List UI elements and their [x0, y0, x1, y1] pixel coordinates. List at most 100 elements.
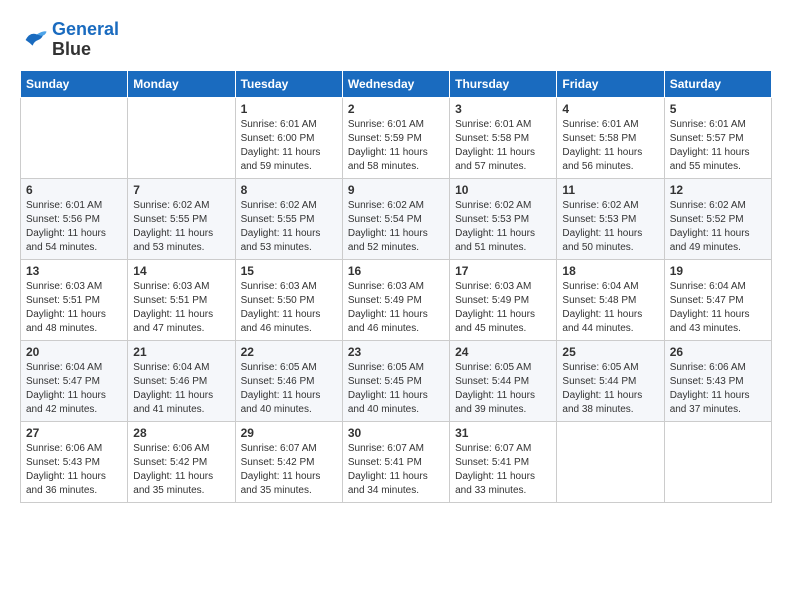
day-number: 22 [241, 345, 337, 359]
day-number: 25 [562, 345, 658, 359]
day-info: Sunrise: 6:07 AM Sunset: 5:42 PM Dayligh… [241, 442, 337, 498]
calendar-cell: 18 Sunrise: 6:04 AM Sunset: 5:48 PM Dayli… [557, 259, 664, 340]
day-info: Sunrise: 6:01 AM Sunset: 5:58 PM Dayligh… [562, 118, 658, 174]
day-info: Sunrise: 6:03 AM Sunset: 5:51 PM Dayligh… [26, 280, 122, 336]
day-info: Sunrise: 6:07 AM Sunset: 5:41 PM Dayligh… [455, 442, 551, 498]
calendar-cell: 21 Sunrise: 6:04 AM Sunset: 5:46 PM Dayli… [128, 340, 235, 421]
calendar-cell [664, 421, 771, 502]
day-info: Sunrise: 6:05 AM Sunset: 5:44 PM Dayligh… [455, 361, 551, 417]
day-number: 5 [670, 102, 766, 116]
calendar-cell: 28 Sunrise: 6:06 AM Sunset: 5:42 PM Dayli… [128, 421, 235, 502]
calendar-cell: 22 Sunrise: 6:05 AM Sunset: 5:46 PM Dayli… [235, 340, 342, 421]
day-info: Sunrise: 6:05 AM Sunset: 5:45 PM Dayligh… [348, 361, 444, 417]
column-header-thursday: Thursday [450, 70, 557, 97]
day-number: 17 [455, 264, 551, 278]
day-number: 19 [670, 264, 766, 278]
day-info: Sunrise: 6:03 AM Sunset: 5:50 PM Dayligh… [241, 280, 337, 336]
day-number: 28 [133, 426, 229, 440]
day-info: Sunrise: 6:02 AM Sunset: 5:53 PM Dayligh… [455, 199, 551, 255]
day-info: Sunrise: 6:03 AM Sunset: 5:49 PM Dayligh… [348, 280, 444, 336]
day-info: Sunrise: 6:02 AM Sunset: 5:55 PM Dayligh… [133, 199, 229, 255]
calendar-cell: 14Sunrise: 6:03 AM Sunset: 5:51 PM Dayli… [128, 259, 235, 340]
day-info: Sunrise: 6:01 AM Sunset: 5:58 PM Dayligh… [455, 118, 551, 174]
calendar-cell: 25 Sunrise: 6:05 AM Sunset: 5:44 PM Dayli… [557, 340, 664, 421]
calendar-cell: 23 Sunrise: 6:05 AM Sunset: 5:45 PM Dayli… [342, 340, 449, 421]
logo-icon [20, 26, 48, 54]
day-number: 4 [562, 102, 658, 116]
day-number: 24 [455, 345, 551, 359]
day-info: Sunrise: 6:06 AM Sunset: 5:43 PM Dayligh… [26, 442, 122, 498]
calendar-cell: 12Sunrise: 6:02 AM Sunset: 5:52 PM Dayli… [664, 178, 771, 259]
day-number: 21 [133, 345, 229, 359]
calendar-week-row: 20 Sunrise: 6:04 AM Sunset: 5:47 PM Dayli… [21, 340, 772, 421]
calendar-cell: 3Sunrise: 6:01 AM Sunset: 5:58 PM Daylig… [450, 97, 557, 178]
calendar-cell: 8Sunrise: 6:02 AM Sunset: 5:55 PM Daylig… [235, 178, 342, 259]
column-header-tuesday: Tuesday [235, 70, 342, 97]
logo: General Blue [20, 20, 119, 60]
day-number: 12 [670, 183, 766, 197]
calendar-cell: 10 Sunrise: 6:02 AM Sunset: 5:53 PM Dayli… [450, 178, 557, 259]
day-info: Sunrise: 6:05 AM Sunset: 5:46 PM Dayligh… [241, 361, 337, 417]
calendar-cell: 1Sunrise: 6:01 AM Sunset: 6:00 PM Daylig… [235, 97, 342, 178]
day-number: 30 [348, 426, 444, 440]
day-number: 26 [670, 345, 766, 359]
day-info: Sunrise: 6:04 AM Sunset: 5:47 PM Dayligh… [670, 280, 766, 336]
calendar-cell: 24 Sunrise: 6:05 AM Sunset: 5:44 PM Dayli… [450, 340, 557, 421]
calendar-cell: 5 Sunrise: 6:01 AM Sunset: 5:57 PM Daylig… [664, 97, 771, 178]
column-header-monday: Monday [128, 70, 235, 97]
column-header-saturday: Saturday [664, 70, 771, 97]
logo-text-general: General [52, 20, 119, 40]
calendar-cell [21, 97, 128, 178]
day-info: Sunrise: 6:02 AM Sunset: 5:55 PM Dayligh… [241, 199, 337, 255]
day-number: 31 [455, 426, 551, 440]
day-info: Sunrise: 6:05 AM Sunset: 5:44 PM Dayligh… [562, 361, 658, 417]
calendar-cell: 2 Sunrise: 6:01 AM Sunset: 5:59 PM Daylig… [342, 97, 449, 178]
day-info: Sunrise: 6:03 AM Sunset: 5:49 PM Dayligh… [455, 280, 551, 336]
day-info: Sunrise: 6:04 AM Sunset: 5:48 PM Dayligh… [562, 280, 658, 336]
day-info: Sunrise: 6:01 AM Sunset: 5:59 PM Dayligh… [348, 118, 444, 174]
day-info: Sunrise: 6:02 AM Sunset: 5:53 PM Dayligh… [562, 199, 658, 255]
page-header: General Blue [20, 20, 772, 60]
logo-text-blue: Blue [52, 40, 119, 60]
column-header-sunday: Sunday [21, 70, 128, 97]
day-number: 23 [348, 345, 444, 359]
calendar-cell: 26 Sunrise: 6:06 AM Sunset: 5:43 PM Dayli… [664, 340, 771, 421]
calendar-cell [557, 421, 664, 502]
calendar-cell: 15Sunrise: 6:03 AM Sunset: 5:50 PM Dayli… [235, 259, 342, 340]
day-info: Sunrise: 6:01 AM Sunset: 5:56 PM Dayligh… [26, 199, 122, 255]
calendar-cell: 7Sunrise: 6:02 AM Sunset: 5:55 PM Daylig… [128, 178, 235, 259]
day-number: 13 [26, 264, 122, 278]
calendar-week-row: 13 Sunrise: 6:03 AM Sunset: 5:51 PM Dayli… [21, 259, 772, 340]
day-number: 20 [26, 345, 122, 359]
day-info: Sunrise: 6:01 AM Sunset: 6:00 PM Dayligh… [241, 118, 337, 174]
day-info: Sunrise: 6:04 AM Sunset: 5:47 PM Dayligh… [26, 361, 122, 417]
calendar-cell: 16Sunrise: 6:03 AM Sunset: 5:49 PM Dayli… [342, 259, 449, 340]
calendar-cell: 9Sunrise: 6:02 AM Sunset: 5:54 PM Daylig… [342, 178, 449, 259]
calendar-cell: 4 Sunrise: 6:01 AM Sunset: 5:58 PM Daylig… [557, 97, 664, 178]
day-info: Sunrise: 6:06 AM Sunset: 5:43 PM Dayligh… [670, 361, 766, 417]
calendar-cell: 20 Sunrise: 6:04 AM Sunset: 5:47 PM Dayli… [21, 340, 128, 421]
calendar-week-row: 27 Sunrise: 6:06 AM Sunset: 5:43 PM Dayli… [21, 421, 772, 502]
day-number: 27 [26, 426, 122, 440]
calendar-table: SundayMondayTuesdayWednesdayThursdayFrid… [20, 70, 772, 503]
day-info: Sunrise: 6:02 AM Sunset: 5:54 PM Dayligh… [348, 199, 444, 255]
calendar-cell: 17 Sunrise: 6:03 AM Sunset: 5:49 PM Dayli… [450, 259, 557, 340]
day-number: 2 [348, 102, 444, 116]
calendar-cell: 27 Sunrise: 6:06 AM Sunset: 5:43 PM Dayli… [21, 421, 128, 502]
calendar-week-row: 6 Sunrise: 6:01 AM Sunset: 5:56 PM Daylig… [21, 178, 772, 259]
calendar-cell: 29 Sunrise: 6:07 AM Sunset: 5:42 PM Dayli… [235, 421, 342, 502]
day-number: 10 [455, 183, 551, 197]
calendar-cell: 11Sunrise: 6:02 AM Sunset: 5:53 PM Dayli… [557, 178, 664, 259]
column-header-wednesday: Wednesday [342, 70, 449, 97]
day-number: 18 [562, 264, 658, 278]
calendar-cell: 30Sunrise: 6:07 AM Sunset: 5:41 PM Dayli… [342, 421, 449, 502]
day-info: Sunrise: 6:01 AM Sunset: 5:57 PM Dayligh… [670, 118, 766, 174]
calendar-cell: 19 Sunrise: 6:04 AM Sunset: 5:47 PM Dayli… [664, 259, 771, 340]
column-header-friday: Friday [557, 70, 664, 97]
day-info: Sunrise: 6:04 AM Sunset: 5:46 PM Dayligh… [133, 361, 229, 417]
day-number: 29 [241, 426, 337, 440]
day-number: 6 [26, 183, 122, 197]
day-info: Sunrise: 6:06 AM Sunset: 5:42 PM Dayligh… [133, 442, 229, 498]
calendar-cell: 6 Sunrise: 6:01 AM Sunset: 5:56 PM Daylig… [21, 178, 128, 259]
calendar-header-row: SundayMondayTuesdayWednesdayThursdayFrid… [21, 70, 772, 97]
